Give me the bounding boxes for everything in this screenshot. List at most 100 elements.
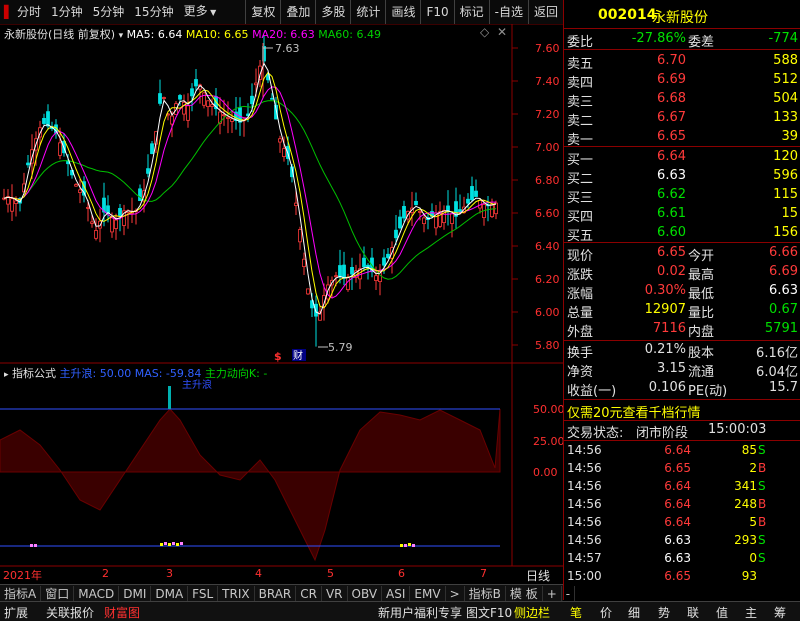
candle-body xyxy=(162,97,166,99)
candle-body xyxy=(418,210,422,213)
candle-body xyxy=(190,88,194,97)
expand-button[interactable]: 扩展 xyxy=(4,604,28,621)
tab-cr[interactable]: CR xyxy=(296,585,322,602)
candle-body xyxy=(374,275,378,281)
candle-body xyxy=(338,265,342,278)
ask-volume: 504 xyxy=(773,91,798,106)
tab-jia[interactable]: 价 xyxy=(600,604,612,621)
toolbar-item-more[interactable]: 更多 ▼ xyxy=(179,0,222,25)
fundamental-value: 6.16亿 xyxy=(756,346,798,361)
signal-dot xyxy=(30,544,33,547)
candle-body xyxy=(58,142,62,156)
toolbar-item-fuquan[interactable]: 复权 xyxy=(245,0,280,24)
tab-asi[interactable]: ASI xyxy=(382,585,411,602)
collapse-icon[interactable]: ▸ xyxy=(4,370,9,380)
indicator-title[interactable]: 指标公式 xyxy=(12,367,56,380)
candle-body xyxy=(350,266,354,275)
candle-body xyxy=(394,229,398,239)
tab-xi[interactable]: 细 xyxy=(628,604,640,621)
toolbar-item-f10[interactable]: F10 xyxy=(420,0,453,24)
tick-row: 14:56 6.64 5 B xyxy=(564,514,800,534)
bid-row: 买一 6.64 120 xyxy=(564,148,800,168)
tab-add[interactable]: + xyxy=(543,585,562,602)
sidebar-button[interactable]: 侧边栏 xyxy=(514,604,550,621)
toolbar-item-duogu[interactable]: 多股 xyxy=(315,0,350,24)
tab-lian[interactable]: 联 xyxy=(687,604,699,621)
indicator-area xyxy=(0,408,501,562)
kline-chart-area[interactable]: 7.60 7.40 7.20 7.00 6.80 6.60 6.40 6.20 6.00 5.80… xyxy=(0,24,563,594)
finance-marker[interactable]: 财 xyxy=(293,349,303,362)
fundamental-label: 收益(一) xyxy=(567,384,617,399)
tab-template[interactable]: 模 板 xyxy=(506,585,543,602)
tab-brar[interactable]: BRAR xyxy=(255,585,297,602)
tab-emv[interactable]: EMV xyxy=(410,585,446,602)
tab-vr[interactable]: VR xyxy=(322,585,348,602)
new-user-promo[interactable]: 新用户福利专享 xyxy=(378,604,462,621)
tick-time: 14:56 xyxy=(567,533,602,547)
candle-body xyxy=(158,93,162,104)
toolbar-item-tongji[interactable]: 统计 xyxy=(350,0,385,24)
f10-button[interactable]: 图文F10 xyxy=(466,604,512,621)
period-label[interactable]: 日线 xyxy=(526,567,550,584)
toolbar-item-back[interactable]: 返回 xyxy=(527,0,563,24)
tab-macd[interactable]: MACD xyxy=(74,585,120,602)
tick-time: 15:00 xyxy=(567,569,602,583)
tab-indicator-a[interactable]: 指标A xyxy=(0,585,42,602)
candlestick-series xyxy=(2,35,498,347)
promo-row[interactable]: 仅需20元查看千档行情 xyxy=(564,401,800,421)
toolbar-item-fenshi[interactable]: 分时 xyxy=(12,0,46,24)
tab-dmi[interactable]: DMI xyxy=(119,585,152,602)
tab-bi[interactable]: 笔 xyxy=(570,604,582,621)
tab-chou[interactable]: 筹 xyxy=(774,604,786,621)
toolbar-item-diejia[interactable]: 叠加 xyxy=(280,0,315,24)
stat-value: 6.69 xyxy=(769,264,798,279)
status-value: 闭市阶段 xyxy=(636,426,689,441)
bid-price: 6.61 xyxy=(657,206,686,221)
chart-settings-diamond-icon[interactable]: ◇ xyxy=(480,25,489,39)
candle-body xyxy=(382,257,386,266)
related-quotes-button[interactable]: 关联报价 xyxy=(46,604,94,621)
toolbar-item-biaoji[interactable]: 标记 xyxy=(453,0,489,24)
stat-label: 总量 xyxy=(567,306,594,321)
tab-obv[interactable]: OBV xyxy=(348,585,383,602)
toolbar-item-5min[interactable]: 5分钟 xyxy=(88,0,130,24)
chart-close-icon[interactable]: ✕ xyxy=(497,25,507,39)
fundamental-value: 3.15 xyxy=(657,361,686,376)
tick-row: 14:56 6.64 248 B xyxy=(564,496,800,516)
wealth-chart-button[interactable]: 财富图 xyxy=(104,604,140,621)
candle-body xyxy=(118,208,122,216)
tab-shi[interactable]: 势 xyxy=(658,604,670,621)
tab-indicator-b[interactable]: 指标B xyxy=(465,585,506,602)
candle-body xyxy=(146,168,150,174)
toolbar-item-1min[interactable]: 1分钟 xyxy=(46,0,88,24)
tab-dma[interactable]: DMA xyxy=(151,585,189,602)
promo-text[interactable]: 仅需20元查看千档行情 xyxy=(567,402,701,421)
toolbar-item-zixuan[interactable]: -自选 xyxy=(488,0,528,24)
tab-trix[interactable]: TRIX xyxy=(218,585,255,602)
tab-fsl[interactable]: FSL xyxy=(188,585,219,602)
bid-price: 6.60 xyxy=(657,225,686,240)
candle-body xyxy=(270,97,274,100)
ma60-line xyxy=(3,100,497,280)
month-label: 5 xyxy=(327,567,334,580)
year-label: 2021年 xyxy=(3,569,42,582)
tab-zhi[interactable]: 值 xyxy=(716,604,728,621)
tab-scroll-right[interactable]: > xyxy=(446,585,465,602)
low-label: 5.79 xyxy=(328,341,353,354)
tab-zhu[interactable]: 主 xyxy=(745,604,757,621)
zhushenglang-value: 主升浪: 50.00 xyxy=(59,367,132,380)
signal-dot xyxy=(160,543,163,546)
toolbar-item-15min[interactable]: 15分钟 xyxy=(129,0,178,24)
candle-body xyxy=(362,257,366,268)
zhuli-value: 主力动向K: - xyxy=(204,367,268,380)
signal-dot xyxy=(412,544,415,547)
ask-price: 6.69 xyxy=(657,72,686,87)
ma5-value: MA5: 6.64 xyxy=(126,28,183,41)
ask-row: 卖一 6.65 39 xyxy=(564,128,800,148)
toolbar-item-huaxian[interactable]: 画线 xyxy=(385,0,420,24)
fundamental-label: PE(动) xyxy=(688,384,728,399)
tab-window[interactable]: 窗口 xyxy=(41,585,75,602)
price-tick-label: 6.00 xyxy=(535,306,560,319)
dividend-marker[interactable]: $ xyxy=(274,350,282,363)
signal-dot xyxy=(168,543,171,546)
